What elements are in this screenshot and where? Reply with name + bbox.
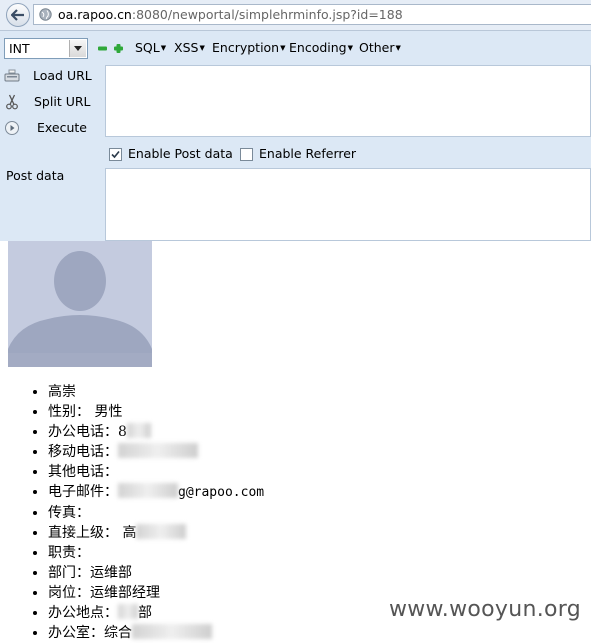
hackbar-toolbar: INT SQL▼ XSS▼ Encryption▼ Encoding▼ Othe… bbox=[0, 31, 591, 64]
caret-down-icon: ▼ bbox=[160, 44, 167, 52]
menu-other[interactable]: Other▼ bbox=[359, 40, 401, 55]
list-item-location: 办公地点： 部 bbox=[48, 603, 264, 623]
email-label: 电子邮件： bbox=[48, 484, 118, 500]
email-domain: g@rapoo.com bbox=[178, 485, 265, 500]
department-text: 部门：运维部 bbox=[48, 565, 132, 581]
split-url-button[interactable]: Split URL bbox=[0, 90, 104, 114]
url-path: :8080/newportal/simplehrminfo.jsp?id=188 bbox=[131, 7, 403, 22]
list-item-other-phone: 其他电话： bbox=[48, 462, 264, 482]
caret-down-icon: ▼ bbox=[395, 44, 401, 52]
redacted-mark bbox=[118, 604, 138, 619]
split-url-label: Split URL bbox=[34, 94, 91, 109]
list-item-manager: 直接上级： 高 bbox=[48, 523, 264, 543]
scissors-icon bbox=[6, 94, 18, 110]
back-arrow-icon bbox=[11, 9, 24, 21]
redacted-mark bbox=[118, 483, 178, 498]
employee-name: 高崇 bbox=[48, 384, 76, 400]
menu-sql-label: SQL bbox=[135, 40, 160, 55]
execute-label: Execute bbox=[37, 120, 87, 135]
post-data-label: Post data bbox=[6, 168, 65, 183]
load-url-label: Load URL bbox=[33, 68, 92, 83]
post-data-textarea[interactable] bbox=[105, 168, 591, 241]
load-url-button[interactable]: Load URL bbox=[0, 64, 104, 88]
duty-text: 职责： bbox=[48, 545, 90, 561]
menu-sql[interactable]: SQL▼ bbox=[135, 40, 166, 55]
room-label: 办公室： bbox=[48, 625, 104, 641]
load-icon bbox=[4, 69, 20, 82]
url-text: oa.rapoo.cn:8080/newportal/simplehrminfo… bbox=[58, 7, 403, 22]
menu-encoding[interactable]: Encoding▼ bbox=[289, 40, 353, 55]
person-silhouette-icon bbox=[8, 241, 152, 367]
enable-referrer-checkbox[interactable] bbox=[240, 148, 253, 161]
avatar bbox=[8, 241, 152, 367]
list-item-gender: 性别： 男性 bbox=[48, 402, 264, 422]
menu-other-label: Other bbox=[359, 40, 395, 55]
manager-partial: 高 bbox=[122, 525, 137, 541]
enable-referrer-label: Enable Referrer bbox=[259, 146, 357, 161]
list-item-duty: 职责： bbox=[48, 543, 264, 563]
list-item-email: 电子邮件： g@rapoo.com bbox=[48, 482, 264, 503]
play-icon bbox=[5, 121, 19, 135]
type-select-value: INT bbox=[9, 41, 30, 56]
list-item-mobile: 移动电话： bbox=[48, 442, 264, 462]
checkmark-icon bbox=[111, 150, 120, 159]
hackbar-panel: INT SQL▼ XSS▼ Encryption▼ Encoding▼ Othe… bbox=[0, 31, 591, 241]
room-partial: 综合 bbox=[104, 625, 132, 641]
enable-post-label: Enable Post data bbox=[128, 146, 233, 161]
redacted-mark bbox=[118, 443, 198, 458]
type-select[interactable]: INT bbox=[4, 38, 88, 59]
mobile-phone-text: 移动电话： bbox=[48, 444, 118, 460]
url-textarea[interactable] bbox=[105, 65, 591, 137]
list-item-name: 高崇 bbox=[48, 382, 264, 402]
other-phone-text: 其他电话： bbox=[48, 464, 118, 480]
globe-icon bbox=[39, 8, 52, 21]
gender-text: 性别： 男性 bbox=[48, 404, 123, 420]
location-label: 办公地点： bbox=[48, 605, 118, 621]
caret-down-icon: ▼ bbox=[280, 44, 286, 52]
minus-icon[interactable] bbox=[98, 44, 107, 53]
office-phone-text: 办公电话：8 bbox=[48, 424, 127, 440]
manager-label: 直接上级： bbox=[48, 525, 123, 541]
menu-encryption-label: Encryption bbox=[212, 40, 280, 55]
menu-encryption[interactable]: Encryption▼ bbox=[212, 40, 286, 55]
location-partial: 部 bbox=[138, 605, 152, 621]
list-item-room: 办公室：综合 bbox=[48, 623, 264, 643]
list-item-fax: 传真： bbox=[48, 503, 264, 523]
list-item-position: 岗位：运维部经理 bbox=[48, 583, 264, 603]
back-button[interactable] bbox=[6, 3, 30, 27]
menu-encoding-label: Encoding bbox=[289, 40, 347, 55]
menu-xss-label: XSS bbox=[174, 40, 199, 55]
position-text: 岗位：运维部经理 bbox=[48, 585, 160, 601]
execute-button[interactable]: Execute bbox=[0, 116, 104, 140]
employee-info-list: 高崇 性别： 男性 办公电话：8 移动电话： 其他电话： 电子邮件： g@rapo… bbox=[32, 382, 264, 643]
address-field[interactable]: oa.rapoo.cn:8080/newportal/simplehrminfo… bbox=[33, 4, 591, 25]
watermark: www.wooyun.org bbox=[388, 597, 581, 622]
menu-xss[interactable]: XSS▼ bbox=[174, 40, 205, 55]
list-item-office-phone: 办公电话：8 bbox=[48, 422, 264, 442]
list-item-department: 部门：运维部 bbox=[48, 563, 264, 583]
browser-url-bar: oa.rapoo.cn:8080/newportal/simplehrminfo… bbox=[0, 0, 591, 31]
enable-post-checkbox[interactable] bbox=[109, 148, 122, 161]
fax-text: 传真： bbox=[48, 505, 90, 521]
plus-icon[interactable] bbox=[114, 44, 123, 53]
redacted-mark bbox=[136, 524, 187, 539]
chevron-down-icon bbox=[69, 40, 86, 57]
caret-down-icon: ▼ bbox=[199, 44, 205, 52]
redacted-mark bbox=[126, 423, 151, 438]
caret-down-icon: ▼ bbox=[347, 44, 353, 52]
url-host: oa.rapoo.cn bbox=[58, 7, 132, 22]
redacted-mark bbox=[132, 624, 212, 639]
